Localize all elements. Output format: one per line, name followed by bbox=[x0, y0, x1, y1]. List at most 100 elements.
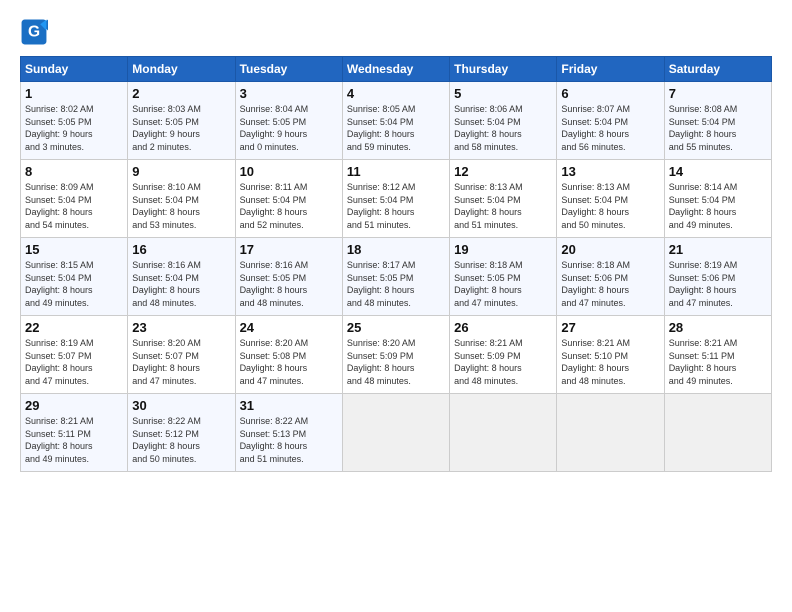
calendar-cell: 6 Sunrise: 8:07 AMSunset: 5:04 PMDaylight… bbox=[557, 82, 664, 160]
day-number: 4 bbox=[347, 86, 445, 101]
calendar-body: 1 Sunrise: 8:02 AMSunset: 5:05 PMDaylight… bbox=[21, 82, 772, 472]
calendar-cell: 29Sunrise: 8:21 AMSunset: 5:11 PMDayligh… bbox=[21, 394, 128, 472]
day-number: 12 bbox=[454, 164, 552, 179]
day-info: Sunrise: 8:04 AMSunset: 5:05 PMDaylight:… bbox=[240, 104, 309, 152]
calendar-cell: 10 Sunrise: 8:11 AMSunset: 5:04 PMDayligh… bbox=[235, 160, 342, 238]
calendar-cell: 31 Sunrise: 8:22 AMSunset: 5:13 PMDayligh… bbox=[235, 394, 342, 472]
day-info: Sunrise: 8:09 AMSunset: 5:04 PMDaylight:… bbox=[25, 182, 94, 230]
day-number: 20 bbox=[561, 242, 659, 257]
day-number: 3 bbox=[240, 86, 338, 101]
calendar-cell: 18 Sunrise: 8:17 AMSunset: 5:05 PMDayligh… bbox=[342, 238, 449, 316]
calendar-cell: 19Sunrise: 8:18 AMSunset: 5:05 PMDayligh… bbox=[450, 238, 557, 316]
calendar-week-2: 8 Sunrise: 8:09 AMSunset: 5:04 PMDaylight… bbox=[21, 160, 772, 238]
day-info: Sunrise: 8:16 AMSunset: 5:04 PMDaylight:… bbox=[132, 260, 201, 308]
calendar-header-row: SundayMondayTuesdayWednesdayThursdayFrid… bbox=[21, 57, 772, 82]
col-header-tuesday: Tuesday bbox=[235, 57, 342, 82]
day-info: Sunrise: 8:20 AMSunset: 5:08 PMDaylight:… bbox=[240, 338, 309, 386]
day-number: 25 bbox=[347, 320, 445, 335]
day-number: 21 bbox=[669, 242, 767, 257]
day-number: 17 bbox=[240, 242, 338, 257]
day-info: Sunrise: 8:22 AMSunset: 5:12 PMDaylight:… bbox=[132, 416, 201, 464]
calendar-cell: 8 Sunrise: 8:09 AMSunset: 5:04 PMDaylight… bbox=[21, 160, 128, 238]
day-number: 6 bbox=[561, 86, 659, 101]
day-number: 24 bbox=[240, 320, 338, 335]
calendar-cell bbox=[664, 394, 771, 472]
calendar-cell: 16Sunrise: 8:16 AMSunset: 5:04 PMDayligh… bbox=[128, 238, 235, 316]
calendar-cell: 25 Sunrise: 8:20 AMSunset: 5:09 PMDayligh… bbox=[342, 316, 449, 394]
calendar-table: SundayMondayTuesdayWednesdayThursdayFrid… bbox=[20, 56, 772, 472]
calendar-cell: 17Sunrise: 8:16 AMSunset: 5:05 PMDayligh… bbox=[235, 238, 342, 316]
calendar-cell: 11 Sunrise: 8:12 AMSunset: 5:04 PMDayligh… bbox=[342, 160, 449, 238]
calendar-cell: 2 Sunrise: 8:03 AMSunset: 5:05 PMDaylight… bbox=[128, 82, 235, 160]
day-number: 1 bbox=[25, 86, 123, 101]
col-header-sunday: Sunday bbox=[21, 57, 128, 82]
day-number: 28 bbox=[669, 320, 767, 335]
day-info: Sunrise: 8:19 AMSunset: 5:06 PMDaylight:… bbox=[669, 260, 738, 308]
day-info: Sunrise: 8:03 AMSunset: 5:05 PMDaylight:… bbox=[132, 104, 201, 152]
day-info: Sunrise: 8:07 AMSunset: 5:04 PMDaylight:… bbox=[561, 104, 630, 152]
day-info: Sunrise: 8:20 AMSunset: 5:09 PMDaylight:… bbox=[347, 338, 416, 386]
calendar-cell: 30 Sunrise: 8:22 AMSunset: 5:12 PMDayligh… bbox=[128, 394, 235, 472]
calendar-cell: 1 Sunrise: 8:02 AMSunset: 5:05 PMDaylight… bbox=[21, 82, 128, 160]
calendar-cell: 23Sunrise: 8:20 AMSunset: 5:07 PMDayligh… bbox=[128, 316, 235, 394]
col-header-thursday: Thursday bbox=[450, 57, 557, 82]
day-number: 18 bbox=[347, 242, 445, 257]
col-header-saturday: Saturday bbox=[664, 57, 771, 82]
day-info: Sunrise: 8:19 AMSunset: 5:07 PMDaylight:… bbox=[25, 338, 94, 386]
calendar-week-5: 29Sunrise: 8:21 AMSunset: 5:11 PMDayligh… bbox=[21, 394, 772, 472]
day-info: Sunrise: 8:02 AMSunset: 5:05 PMDaylight:… bbox=[25, 104, 94, 152]
calendar-week-3: 15 Sunrise: 8:15 AMSunset: 5:04 PMDayligh… bbox=[21, 238, 772, 316]
day-info: Sunrise: 8:12 AMSunset: 5:04 PMDaylight:… bbox=[347, 182, 416, 230]
day-number: 9 bbox=[132, 164, 230, 179]
calendar-cell: 12 Sunrise: 8:13 AMSunset: 5:04 PMDayligh… bbox=[450, 160, 557, 238]
logo-icon: G bbox=[20, 18, 48, 46]
day-number: 30 bbox=[132, 398, 230, 413]
calendar-cell: 7 Sunrise: 8:08 AMSunset: 5:04 PMDaylight… bbox=[664, 82, 771, 160]
logo: G bbox=[20, 18, 50, 46]
calendar-cell: 26Sunrise: 8:21 AMSunset: 5:09 PMDayligh… bbox=[450, 316, 557, 394]
day-info: Sunrise: 8:06 AMSunset: 5:04 PMDaylight:… bbox=[454, 104, 523, 152]
col-header-wednesday: Wednesday bbox=[342, 57, 449, 82]
calendar-cell: 22Sunrise: 8:19 AMSunset: 5:07 PMDayligh… bbox=[21, 316, 128, 394]
calendar-cell: 27Sunrise: 8:21 AMSunset: 5:10 PMDayligh… bbox=[557, 316, 664, 394]
col-header-monday: Monday bbox=[128, 57, 235, 82]
day-number: 8 bbox=[25, 164, 123, 179]
calendar-cell bbox=[450, 394, 557, 472]
day-number: 15 bbox=[25, 242, 123, 257]
calendar-cell bbox=[557, 394, 664, 472]
day-number: 14 bbox=[669, 164, 767, 179]
day-info: Sunrise: 8:21 AMSunset: 5:09 PMDaylight:… bbox=[454, 338, 523, 386]
day-info: Sunrise: 8:05 AMSunset: 5:04 PMDaylight:… bbox=[347, 104, 416, 152]
day-number: 19 bbox=[454, 242, 552, 257]
day-info: Sunrise: 8:20 AMSunset: 5:07 PMDaylight:… bbox=[132, 338, 201, 386]
day-info: Sunrise: 8:14 AMSunset: 5:04 PMDaylight:… bbox=[669, 182, 738, 230]
calendar-cell: 14 Sunrise: 8:14 AMSunset: 5:04 PMDayligh… bbox=[664, 160, 771, 238]
day-info: Sunrise: 8:13 AMSunset: 5:04 PMDaylight:… bbox=[454, 182, 523, 230]
calendar-cell: 24 Sunrise: 8:20 AMSunset: 5:08 PMDayligh… bbox=[235, 316, 342, 394]
day-info: Sunrise: 8:13 AMSunset: 5:04 PMDaylight:… bbox=[561, 182, 630, 230]
day-info: Sunrise: 8:15 AMSunset: 5:04 PMDaylight:… bbox=[25, 260, 94, 308]
day-number: 2 bbox=[132, 86, 230, 101]
day-number: 10 bbox=[240, 164, 338, 179]
day-info: Sunrise: 8:22 AMSunset: 5:13 PMDaylight:… bbox=[240, 416, 309, 464]
page-header: G bbox=[20, 18, 772, 46]
calendar-page: G SundayMondayTuesdayWednesdayThursdayFr… bbox=[0, 0, 792, 484]
day-number: 11 bbox=[347, 164, 445, 179]
svg-text:G: G bbox=[28, 24, 40, 41]
day-info: Sunrise: 8:21 AMSunset: 5:10 PMDaylight:… bbox=[561, 338, 630, 386]
day-number: 13 bbox=[561, 164, 659, 179]
day-info: Sunrise: 8:11 AMSunset: 5:04 PMDaylight:… bbox=[240, 182, 308, 230]
day-number: 31 bbox=[240, 398, 338, 413]
calendar-cell: 20Sunrise: 8:18 AMSunset: 5:06 PMDayligh… bbox=[557, 238, 664, 316]
calendar-week-1: 1 Sunrise: 8:02 AMSunset: 5:05 PMDaylight… bbox=[21, 82, 772, 160]
day-number: 7 bbox=[669, 86, 767, 101]
day-info: Sunrise: 8:21 AMSunset: 5:11 PMDaylight:… bbox=[669, 338, 738, 386]
day-info: Sunrise: 8:21 AMSunset: 5:11 PMDaylight:… bbox=[25, 416, 94, 464]
day-number: 5 bbox=[454, 86, 552, 101]
calendar-cell: 9Sunrise: 8:10 AMSunset: 5:04 PMDaylight… bbox=[128, 160, 235, 238]
day-info: Sunrise: 8:08 AMSunset: 5:04 PMDaylight:… bbox=[669, 104, 738, 152]
calendar-cell: 15 Sunrise: 8:15 AMSunset: 5:04 PMDayligh… bbox=[21, 238, 128, 316]
calendar-cell: 21 Sunrise: 8:19 AMSunset: 5:06 PMDayligh… bbox=[664, 238, 771, 316]
calendar-cell: 5 Sunrise: 8:06 AMSunset: 5:04 PMDaylight… bbox=[450, 82, 557, 160]
day-info: Sunrise: 8:17 AMSunset: 5:05 PMDaylight:… bbox=[347, 260, 416, 308]
